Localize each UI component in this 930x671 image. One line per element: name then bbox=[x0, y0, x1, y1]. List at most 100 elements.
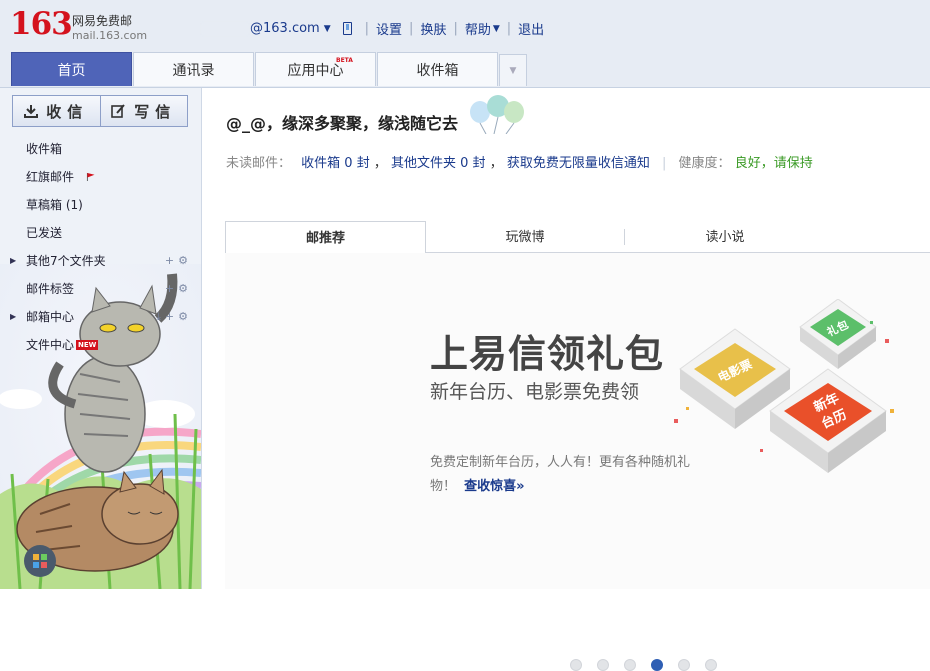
user-account[interactable]: @163.com bbox=[250, 21, 320, 36]
gear-icon[interactable]: ⚙ bbox=[178, 282, 192, 295]
logo-url: mail.163.com bbox=[72, 29, 148, 42]
add-icon[interactable]: + bbox=[165, 254, 178, 267]
write-button[interactable]: 写信 bbox=[99, 96, 188, 126]
folder-label: 红旗邮件 bbox=[26, 170, 75, 184]
carousel-dot[interactable] bbox=[651, 659, 663, 671]
other-folders-count-link[interactable]: 其他文件夹 0 封 bbox=[391, 156, 486, 171]
balloons-icon bbox=[470, 95, 524, 134]
folder-label: 已发送 bbox=[26, 226, 63, 240]
expand-icon[interactable]: ▶ bbox=[10, 247, 16, 275]
logout-link[interactable]: 退出 bbox=[518, 19, 544, 38]
carousel-dot[interactable] bbox=[624, 659, 636, 671]
help-link[interactable]: 帮助 bbox=[465, 19, 491, 38]
promo-banner[interactable]: 上易信领礼包 新年台历、电影票免费领 免费定制新年台历，人人有！更有各种随机礼物… bbox=[225, 253, 930, 671]
tab-weibo[interactable]: 玩微博 bbox=[426, 221, 624, 251]
promo-description: 免费定制新年台历，人人有！更有各种随机礼物！ 查收惊喜» bbox=[430, 451, 695, 499]
health-label: 健康度： bbox=[678, 156, 731, 171]
carousel-dot[interactable] bbox=[678, 659, 690, 671]
divider: | bbox=[453, 21, 458, 36]
expand-icon[interactable]: ▶ bbox=[10, 303, 16, 331]
carousel-dot[interactable] bbox=[705, 659, 717, 671]
mobile-icon[interactable] bbox=[342, 22, 352, 35]
tab-contacts[interactable]: 通讯录 bbox=[133, 52, 254, 86]
check-surprise-link[interactable]: 查收惊喜» bbox=[464, 479, 524, 494]
logo-text: 网易免费邮 bbox=[72, 14, 133, 28]
promo-subtitle: 新年台历、电影票免费领 bbox=[430, 381, 640, 403]
tab-mail-recommend[interactable]: 邮推荐 bbox=[225, 221, 426, 254]
folder-actions: ⤓+⚙ bbox=[156, 303, 192, 331]
comma: ， bbox=[373, 156, 387, 171]
inbox-count-link[interactable]: 收件箱 0 封 bbox=[301, 156, 370, 171]
gear-icon[interactable]: ⚙ bbox=[178, 310, 192, 323]
folder-label: 收件箱 bbox=[26, 142, 63, 156]
gear-icon[interactable]: ⚙ bbox=[178, 254, 192, 267]
carousel-dot[interactable] bbox=[570, 659, 582, 671]
user-bar: @163.com ▼ | 设置 | 换肤 | 帮助 ▼ | 退出 bbox=[202, 19, 544, 38]
folder-sent[interactable]: 已发送 bbox=[0, 219, 201, 247]
chevron-down-icon[interactable]: ▼ bbox=[493, 24, 500, 34]
receive-button[interactable]: 收信 bbox=[13, 96, 100, 126]
tab-label: 收件箱 bbox=[416, 62, 459, 79]
logo[interactable]: 163 网易免费邮 mail.163.com bbox=[10, 6, 147, 42]
unread-label: 未读邮件： bbox=[226, 156, 292, 171]
download-icon[interactable]: ⤓ bbox=[156, 310, 165, 323]
folder-file-center[interactable]: 文件中心 NEW bbox=[0, 331, 201, 359]
tab-novel[interactable]: 读小说 bbox=[625, 221, 825, 251]
divider: | bbox=[662, 156, 667, 171]
write-label: 写信 bbox=[134, 102, 177, 121]
main-content: @_@，缘深多聚聚，缘浅随它去 未读邮件： 收件箱 0 封 ， 其他文件夹 0 … bbox=[202, 88, 930, 671]
sidebar: 收信 写信 收件箱 红旗邮件 草稿箱 (1) 已发送 ▶ 其他7个文件夹 +⚙ 邮… bbox=[0, 88, 202, 589]
beta-badge: BETA bbox=[336, 57, 353, 64]
receive-label: 收信 bbox=[46, 102, 89, 121]
logo-number: 163 bbox=[10, 6, 73, 42]
divider: | bbox=[506, 21, 512, 36]
tab-home[interactable]: 首页 bbox=[11, 52, 132, 86]
add-icon[interactable]: + bbox=[165, 310, 178, 323]
compose-icon bbox=[111, 104, 125, 118]
red-flag-icon bbox=[86, 173, 95, 181]
download-icon bbox=[24, 105, 39, 118]
promo-title: 上易信领礼包 bbox=[430, 332, 665, 376]
apps-grid-button[interactable] bbox=[24, 545, 56, 577]
comma: ， bbox=[489, 156, 503, 171]
folder-drafts[interactable]: 草稿箱 (1) bbox=[0, 191, 201, 219]
folder-label: 文件中心 bbox=[26, 338, 75, 352]
add-icon[interactable]: + bbox=[165, 282, 178, 295]
carousel-dot[interactable] bbox=[597, 659, 609, 671]
folder-label: 草稿箱 (1) bbox=[26, 198, 83, 212]
free-notification-link[interactable]: 获取免费无限量收信通知 bbox=[507, 156, 650, 171]
compose-bar: 收信 写信 bbox=[12, 95, 188, 127]
nav-tabs: 首页 通讯录 应用中心 BETA 收件箱 ▼ bbox=[11, 52, 527, 87]
folder-other[interactable]: ▶ 其他7个文件夹 +⚙ bbox=[0, 247, 201, 275]
folder-list: 收件箱 红旗邮件 草稿箱 (1) 已发送 ▶ 其他7个文件夹 +⚙ 邮件标签 +⚙… bbox=[0, 135, 201, 359]
mail-stats: 未读邮件： 收件箱 0 封 ， 其他文件夹 0 封 ， 获取免费无限量收信通知 … bbox=[226, 152, 813, 171]
health-value[interactable]: 良好，请保持 bbox=[735, 156, 813, 171]
settings-link[interactable]: 设置 bbox=[376, 19, 402, 38]
tabs-more-icon[interactable]: ▼ bbox=[499, 54, 527, 86]
folder-tags[interactable]: 邮件标签 +⚙ bbox=[0, 275, 201, 303]
new-badge: NEW bbox=[76, 340, 99, 350]
tab-label: 首页 bbox=[57, 62, 86, 79]
apps-grid-icon bbox=[33, 554, 47, 568]
folder-actions: +⚙ bbox=[165, 275, 192, 303]
skin-link[interactable]: 换肤 bbox=[420, 19, 446, 38]
folder-actions: +⚙ bbox=[165, 247, 192, 275]
folder-label: 邮件标签 bbox=[26, 282, 75, 296]
chevron-down-icon[interactable]: ▼ bbox=[324, 24, 331, 34]
folder-label: 其他7个文件夹 bbox=[26, 254, 106, 268]
tab-label: 通讯录 bbox=[172, 62, 215, 79]
folder-mail-center[interactable]: ▶ 邮箱中心 ⤓+⚙ bbox=[0, 303, 201, 331]
tab-label: 邮推荐 bbox=[305, 231, 345, 246]
carousel-dots bbox=[570, 659, 732, 671]
greeting-text: @_@，缘深多聚聚，缘浅随它去 bbox=[226, 114, 459, 133]
tab-app-center[interactable]: 应用中心 BETA bbox=[255, 52, 376, 86]
recommend-tabs: 邮推荐 玩微博 读小说 bbox=[225, 221, 930, 254]
folder-inbox[interactable]: 收件箱 bbox=[0, 135, 201, 163]
redacted-username bbox=[202, 22, 248, 35]
tab-inbox[interactable]: 收件箱 bbox=[377, 52, 498, 86]
gift-boxes-illustration: 电影票 礼包 新年 台历 bbox=[674, 299, 894, 473]
divider: | bbox=[409, 21, 414, 36]
divider: | bbox=[364, 21, 370, 36]
tab-label: 读小说 bbox=[705, 230, 745, 245]
folder-flagged[interactable]: 红旗邮件 bbox=[0, 163, 201, 191]
